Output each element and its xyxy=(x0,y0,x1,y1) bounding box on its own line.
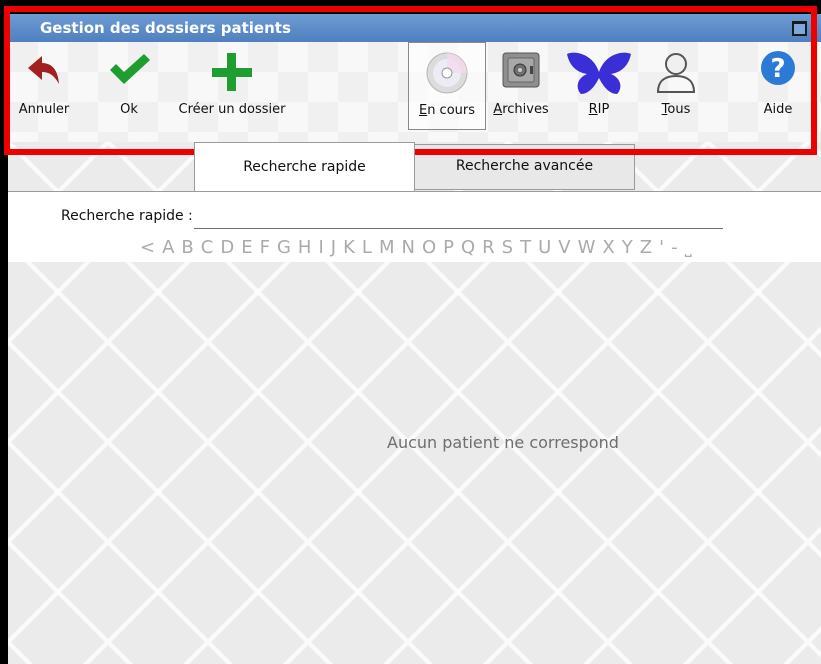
alphabet-letter[interactable]: D xyxy=(220,237,235,258)
alphabet-letter[interactable]: V xyxy=(558,237,571,258)
undo-arrow-icon xyxy=(28,56,59,84)
alphabet-filter: < A B C D E F G H I J K L M N O P Q R S T U V W X Y Z ' - ˽ xyxy=(140,237,699,258)
alphabet-letter[interactable]: H xyxy=(298,237,313,258)
create-record-button[interactable]: Créer un dossier xyxy=(172,42,292,128)
alphabet-letter[interactable]: C xyxy=(201,237,215,258)
tab-recherche-avancee[interactable]: Recherche avancée xyxy=(414,144,635,190)
en-cours-label: En cours xyxy=(418,103,476,118)
tous-button[interactable]: Tous xyxy=(644,42,708,128)
alphabet-letter[interactable]: M xyxy=(379,237,396,258)
alphabet-letter[interactable]: B xyxy=(181,237,194,258)
ok-button[interactable]: Ok xyxy=(106,42,152,128)
rip-button[interactable]: RIP xyxy=(564,42,634,128)
alphabet-letter[interactable]: R xyxy=(482,237,496,258)
aide-label: Aide xyxy=(763,102,793,117)
alphabet-prev-icon[interactable]: < xyxy=(140,237,156,258)
search-tabs: Recherche rapide Recherche avancée xyxy=(8,142,821,191)
create-record-label: Créer un dossier xyxy=(178,102,286,117)
search-input[interactable] xyxy=(194,204,723,229)
svg-text:?: ? xyxy=(770,54,785,84)
search-panel: Recherche rapide : < A B C D E F G H I J K L M N O P Q R S T… xyxy=(8,191,821,262)
alphabet-letter[interactable]: O xyxy=(422,237,437,258)
plus-icon xyxy=(212,53,252,91)
alphabet-letter[interactable]: E xyxy=(241,237,253,258)
butterfly-icon xyxy=(567,52,631,94)
alphabet-letter[interactable]: K xyxy=(343,237,356,258)
window-title: Gestion des dossiers patients xyxy=(40,19,291,37)
user-outline-icon xyxy=(656,53,696,93)
alphabet-letter[interactable]: Y xyxy=(622,237,634,258)
alphabet-letter[interactable]: I xyxy=(318,237,324,258)
alphabet-letter[interactable]: F xyxy=(260,237,271,258)
annuler-label: Annuler xyxy=(18,102,70,117)
alphabet-letter[interactable]: ' xyxy=(659,237,665,258)
alphabet-letter[interactable]: L xyxy=(362,237,373,258)
en-cours-button[interactable]: En cours xyxy=(408,42,486,130)
safe-icon xyxy=(502,52,540,88)
archives-label: Archives xyxy=(493,102,549,117)
tab-recherche-avancee-label: Recherche avancée xyxy=(455,158,594,174)
empty-results-message: Aucun patient ne correspond xyxy=(387,433,619,452)
tab-recherche-rapide[interactable]: Recherche rapide xyxy=(194,142,415,191)
alphabet-letter[interactable]: W xyxy=(578,237,597,258)
search-label: Recherche rapide : xyxy=(61,208,193,224)
alphabet-letter[interactable]: P xyxy=(443,237,455,258)
alphabet-letter[interactable]: ˽ xyxy=(685,237,693,258)
annuler-button[interactable]: Annuler xyxy=(16,42,72,128)
alphabet-letter[interactable]: N xyxy=(401,237,415,258)
content-area: Recherche rapide Recherche avancée Reche… xyxy=(8,142,821,664)
disc-icon xyxy=(426,52,468,94)
maximize-button[interactable] xyxy=(792,21,807,36)
tab-recherche-rapide-label: Recherche rapide xyxy=(243,159,366,175)
toolbar: Annuler Ok Créer un dossier En cours Arc… xyxy=(8,42,821,142)
alphabet-letter[interactable]: Q xyxy=(461,237,476,258)
alphabet-letter[interactable]: J xyxy=(331,237,337,258)
alphabet-letter[interactable]: A xyxy=(162,237,175,258)
rip-label: RIP xyxy=(588,102,610,117)
title-bar: Gestion des dossiers patients xyxy=(8,14,821,42)
tous-label: Tous xyxy=(661,102,691,117)
ok-label: Ok xyxy=(120,102,138,117)
checkmark-icon xyxy=(110,54,150,84)
alphabet-letter[interactable]: T xyxy=(520,237,532,258)
help-icon: ? xyxy=(761,51,795,85)
alphabet-letter[interactable]: S xyxy=(502,237,514,258)
alphabet-letter[interactable]: U xyxy=(538,237,552,258)
patient-records-window: Gestion des dossiers patients Annuler Ok… xyxy=(8,14,821,664)
alphabet-letter[interactable]: Z xyxy=(640,237,653,258)
alphabet-letter[interactable]: - xyxy=(671,237,679,258)
alphabet-letter[interactable]: G xyxy=(277,237,292,258)
archives-button[interactable]: Archives xyxy=(490,42,552,128)
aide-button[interactable]: ? Aide xyxy=(752,42,804,128)
alphabet-letter[interactable]: X xyxy=(602,237,615,258)
